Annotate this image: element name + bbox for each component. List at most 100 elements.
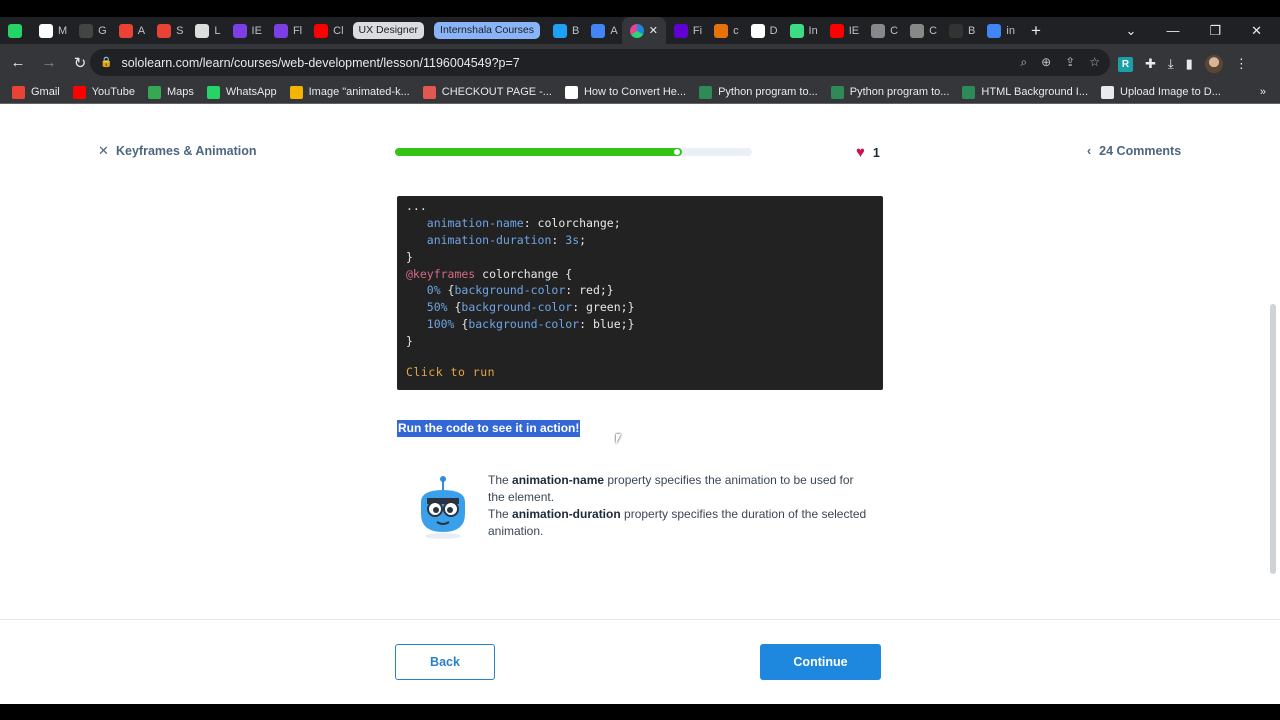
minimize-button[interactable]: — — [1166, 23, 1179, 39]
click-to-run[interactable]: Click to run — [406, 364, 495, 381]
tab-favicon-icon — [910, 23, 925, 38]
bookmark-item[interactable]: Upload Image to D... — [1101, 85, 1221, 99]
tab-search-icon[interactable]: ⌄ — [1126, 23, 1137, 39]
bookmark-star-icon[interactable]: ☆ — [1089, 55, 1100, 70]
install-app-icon[interactable]: ⊕ — [1041, 55, 1051, 70]
tabs-group-c: Fi c D In IE C C Bin — [666, 17, 1019, 44]
lesson-title[interactable]: Keyframes & Animation — [116, 144, 257, 158]
address-bar[interactable]: 🔒 sololearn.com/learn/courses/web-develo… — [90, 49, 1110, 76]
extension-r-icon[interactable]: R — [1118, 56, 1133, 72]
bookmark-item[interactable]: YouTube — [72, 85, 135, 99]
bookmark-list: Gmail YouTube Maps WhatsApp Image "animated-… — [12, 85, 1234, 99]
tab-label: S — [176, 24, 184, 37]
tab-favicon-icon — [314, 23, 329, 38]
hearts-counter[interactable]: ♥ 1 — [856, 144, 880, 161]
bookmark-label: Gmail — [31, 86, 60, 98]
left-tab-4[interactable]: S — [149, 17, 187, 44]
bookmark-label: Python program to... — [849, 86, 950, 98]
left-tab-8[interactable]: Cl — [306, 17, 347, 44]
left-tab-1[interactable]: M — [31, 17, 71, 44]
profile-avatar[interactable] — [1204, 55, 1223, 73]
code-token: 3s — [565, 232, 580, 247]
bookmark-item[interactable]: HTML Background I... — [962, 85, 1088, 99]
bookmark-item[interactable]: Maps — [147, 85, 194, 99]
continue-button[interactable]: Continue — [760, 644, 881, 680]
tab-favicon-icon — [79, 23, 94, 38]
new-tab-button[interactable]: + — [1031, 21, 1041, 41]
tab-label: In — [808, 24, 818, 37]
bookmark-item[interactable]: Gmail — [12, 85, 60, 99]
tab-active-sololearn[interactable]: ✕ — [621, 17, 666, 44]
right-tab-5[interactable]: C — [863, 17, 902, 44]
bookmark-label: How to Convert He... — [583, 86, 687, 98]
lesson-page: ✕ Keyframes & Animation ♥ 1 ‹ 24 Comment… — [0, 104, 1280, 704]
bookmark-item[interactable]: CHECKOUT PAGE -... — [422, 85, 552, 99]
comments-label: 24 Comments — [1099, 144, 1182, 158]
right-tab-0[interactable]: Fi — [666, 17, 706, 44]
code-token: @keyframes — [406, 266, 476, 281]
menu-dots-icon[interactable]: ⋮ — [1235, 56, 1248, 72]
tab-group-internshala[interactable]: Internshala Courses — [434, 22, 541, 39]
zoom-icon[interactable]: ⌕ — [1020, 55, 1027, 70]
right-tab-3[interactable]: In — [782, 17, 822, 44]
code-token: : blue;} — [579, 317, 635, 332]
url-text: sololearn.com/learn/courses/web-developm… — [121, 55, 520, 70]
page-scrollbar[interactable] — [1270, 304, 1276, 574]
left-tab-6[interactable]: IE — [225, 17, 266, 44]
mid-tab-1[interactable]: A — [583, 17, 621, 44]
mid-tab-0[interactable]: B — [545, 17, 583, 44]
code-example[interactable]: ... animation-name: colorchange; animati… — [397, 196, 883, 390]
right-tab-8[interactable]: in — [979, 17, 1019, 44]
tab-favicon-icon — [949, 23, 964, 38]
right-tab-7[interactable]: B — [941, 17, 979, 44]
puzzle-icon[interactable]: ✚ — [1145, 56, 1156, 72]
comments-link[interactable]: ‹ 24 Comments — [1087, 144, 1181, 158]
bookmark-item[interactable]: Python program to... — [699, 85, 818, 99]
code-token: { — [447, 300, 462, 315]
left-tab-0[interactable] — [0, 17, 31, 44]
tab-favicon-icon — [553, 23, 568, 38]
bookmark-item[interactable]: Python program to... — [830, 85, 950, 99]
bookmark-item[interactable]: WhatsApp — [206, 85, 277, 99]
left-tab-2[interactable]: G — [71, 17, 111, 44]
bookmark-label: Upload Image to D... — [1120, 86, 1221, 98]
extension-icons: R ✚ ⤓ ▮ ⋮ — [1118, 55, 1248, 73]
maximize-button[interactable]: ❐ — [1209, 23, 1221, 39]
tab-favicon-icon — [789, 23, 804, 38]
right-tab-6[interactable]: C — [902, 17, 941, 44]
bookmark-item[interactable]: Image "animated-k... — [289, 85, 410, 99]
forward-arrow-icon[interactable]: → — [36, 54, 62, 71]
code-token: : red;} — [565, 283, 614, 298]
close-lesson-icon[interactable]: ✕ — [98, 143, 109, 159]
left-tab-7[interactable]: Fl — [266, 17, 306, 44]
bookmark-label: YouTube — [91, 86, 135, 98]
tab-close-icon[interactable]: ✕ — [649, 24, 658, 37]
bookmark-item[interactable]: How to Convert He... — [564, 85, 687, 99]
back-arrow-icon[interactable]: ← — [5, 54, 31, 71]
right-tab-1[interactable]: c — [706, 17, 743, 44]
tab-group-ux-designer[interactable]: UX Designer — [352, 22, 425, 39]
left-tab-3[interactable]: A — [111, 17, 149, 44]
back-button[interactable]: Back — [395, 644, 495, 680]
run-code-prompt: Run the code to see it in action! — [397, 420, 581, 437]
tab-favicon-icon — [750, 23, 765, 38]
tab-favicon-icon — [987, 23, 1002, 38]
bookmark-favicon-icon — [564, 85, 578, 99]
tab-label: A — [610, 24, 618, 37]
side-panel-icon[interactable]: ▮ — [1186, 56, 1193, 72]
right-tab-4[interactable]: IE — [822, 17, 863, 44]
info-paragraph-1: The animation-name property specifies th… — [488, 473, 854, 504]
close-window-button[interactable]: ✕ — [1251, 23, 1262, 39]
tab-favicon-icon — [829, 23, 844, 38]
screen-top-bar — [0, 0, 1280, 17]
tab-favicon-icon — [273, 23, 288, 38]
bookmark-favicon-icon — [422, 85, 436, 99]
bookmarks-overflow-icon[interactable]: » — [1260, 86, 1280, 98]
code-line: ... — [406, 198, 874, 215]
mouse-cursor — [616, 434, 625, 444]
right-tab-2[interactable]: D — [743, 17, 782, 44]
share-icon[interactable]: ⇪ — [1065, 55, 1075, 70]
left-tab-5[interactable]: L — [187, 17, 224, 44]
download-icon[interactable]: ⤓ — [1168, 56, 1174, 72]
bookmark-favicon-icon — [147, 85, 161, 99]
